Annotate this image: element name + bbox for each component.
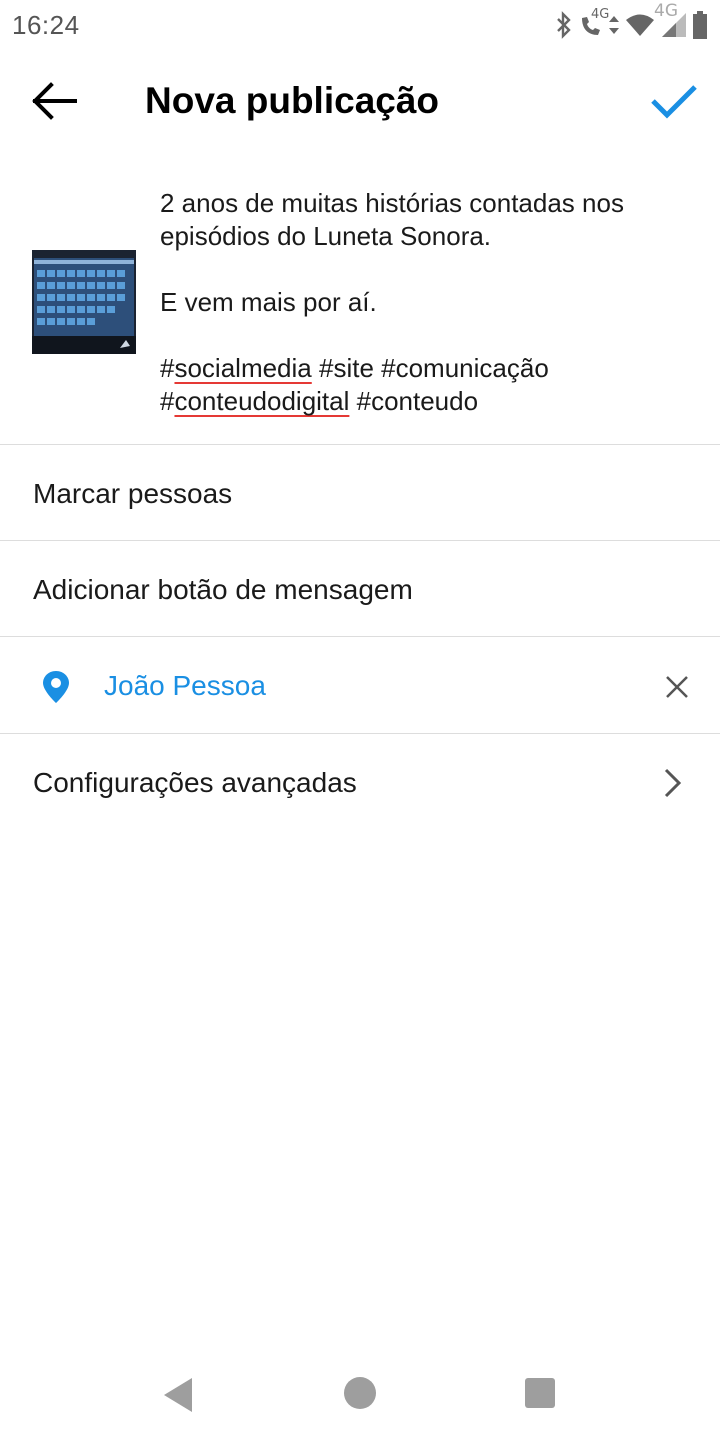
nav-recents-icon[interactable] [525,1378,555,1408]
add-message-button-label: Adicionar botão de mensagem [33,573,413,605]
add-message-button-row[interactable]: Adicionar botão de mensagem [0,542,720,637]
status-icons: 4G 4G [554,1,708,42]
thumbnail-image [32,250,136,354]
battery-icon [692,10,708,40]
status-time: 16:24 [12,10,80,40]
wifi-icon [624,11,656,39]
page-title: Nova publicação [145,80,440,121]
call-4g-label: 4G [591,7,610,22]
hashtags-line-2: #conteudodigital #conteudo [160,385,700,418]
advanced-settings-row[interactable]: Configurações avançadas [0,735,720,830]
caption-text[interactable]: 2 anos de muitas histórias contadas nos … [160,187,700,418]
hashtags-rest: #conteudo [349,386,479,416]
divider [0,444,720,445]
hash-symbol: # [160,353,175,383]
status-bar: 16:24 4G 4G [0,0,720,50]
data-arrows-icon [608,11,620,39]
hashtag-conteudodigital: conteudodigital [174,386,350,416]
caption-line: 2 anos de muitas histórias contadas nos [160,188,624,218]
tag-people-label: Marcar pessoas [33,477,233,509]
caption-line [160,319,700,352]
checkmark-icon [649,81,699,126]
caption-line: E vem mais por aí. [160,287,377,317]
hashtags-rest: #site #comunicação [311,353,549,383]
signal-4g-label: 4G [654,1,678,21]
nav-back-icon[interactable] [160,1376,196,1414]
signal-icon: 4G [654,1,688,39]
hashtag-socialmedia: socialmedia [174,353,312,383]
arrow-left-icon [29,81,79,126]
bluetooth-icon [554,11,574,39]
post-thumbnail[interactable] [32,250,136,354]
nav-home-icon[interactable] [344,1377,376,1409]
divider [0,540,720,541]
location-label: João Pessoa [104,669,266,701]
divider [0,733,720,734]
system-nav-bar [0,1350,720,1440]
hashtags-line-1: #socialmedia #site #comunicação [160,352,700,385]
header: Nova publicação [0,60,720,146]
confirm-button[interactable] [644,76,704,130]
post-preview: 2 anos de muitas histórias contadas nos … [0,180,720,444]
chevron-right-icon [662,767,684,799]
caption-line: episódios do Luneta Sonora. [160,221,492,251]
location-pin-icon [38,669,74,705]
call-icon: 4G [578,7,609,39]
hash-symbol: # [160,386,175,416]
location-row[interactable]: João Pessoa [0,638,720,733]
close-icon[interactable] [662,672,692,702]
tag-people-row[interactable]: Marcar pessoas [0,446,720,541]
caption-line [160,253,700,286]
back-button[interactable] [22,78,86,128]
advanced-settings-label: Configurações avançadas [33,766,357,798]
divider [0,636,720,637]
